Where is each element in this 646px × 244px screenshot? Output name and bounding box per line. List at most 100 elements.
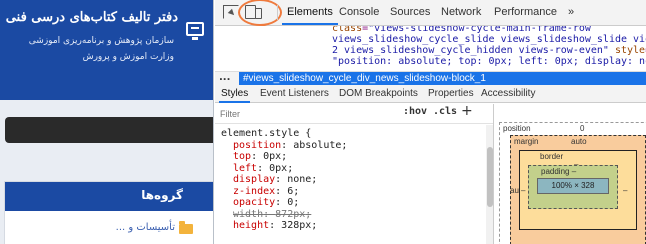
dom-tree-line[interactable]: 2 views_slideshow_cycle_hidden views-row… xyxy=(332,45,646,56)
site-subtitle-2: وزارت آموزش و پرورش xyxy=(82,52,174,62)
styles-scrollbar[interactable] xyxy=(486,125,493,244)
box-model-border: border – – padding – 100% × 328 – xyxy=(519,150,637,230)
box-model-position: position 0 margin auto auto border – – p… xyxy=(499,122,646,244)
tab-elements[interactable]: Elements xyxy=(282,6,338,25)
css-colon: : xyxy=(251,151,264,162)
dom-token: 2 views_slideshow_cycle_hidden views-row… xyxy=(332,45,609,56)
css-declaration[interactable]: opacity: 0; xyxy=(221,197,347,209)
css-property[interactable]: position xyxy=(233,140,281,151)
toolbar-divider xyxy=(277,5,278,20)
css-property[interactable]: left xyxy=(233,163,257,174)
position-label: position xyxy=(503,124,531,133)
css-colon: : xyxy=(275,185,288,197)
margin-label: margin xyxy=(514,137,539,146)
highlight-circle xyxy=(238,0,282,26)
dom-tree-line[interactable]: views_slideshow_cycle_slide views_slides… xyxy=(332,34,646,45)
css-value[interactable]: 0px xyxy=(263,151,281,162)
css-value[interactable]: absolute xyxy=(293,140,341,151)
tab-properties[interactable]: Properties xyxy=(428,88,474,99)
dom-token: views_slideshow_cycle_slide views_slides… xyxy=(332,34,646,45)
sidebar-tabbar: Styles Event Listeners DOM Breakpoints P… xyxy=(215,85,646,103)
padding-label: padding – xyxy=(541,167,577,176)
css-declaration[interactable]: width: 872px; xyxy=(221,209,347,221)
tab-performance[interactable]: Performance xyxy=(494,6,557,18)
border-left-value[interactable]: – xyxy=(521,186,525,195)
breadcrumb-selected-node[interactable]: #views_slideshow_cycle_div_news_slidesho… xyxy=(239,72,646,86)
css-colon: : xyxy=(269,220,282,231)
dom-token: "position: absolute; top: 0px; left: 0px… xyxy=(332,56,646,67)
css-property[interactable]: height xyxy=(233,220,269,231)
dom-token: "views-slideshow-cycle-main-frame-row xyxy=(368,26,591,34)
new-style-rule-button[interactable]: + xyxy=(461,104,473,119)
css-colon: : xyxy=(263,208,276,220)
styles-filter-row: :hov .cls + xyxy=(215,104,493,124)
inspect-element-icon[interactable] xyxy=(223,5,239,19)
css-semicolon: ; xyxy=(311,220,318,231)
dom-token: class xyxy=(332,26,363,34)
tab-accessibility[interactable]: Accessibility xyxy=(481,88,535,99)
dom-token: style xyxy=(608,45,646,56)
groups-panel-title: گروه‌ها xyxy=(141,188,183,202)
position-value[interactable]: 0 xyxy=(580,124,584,133)
css-property[interactable]: opacity xyxy=(233,197,275,208)
site-subtitle-1: سازمان پژوهش و برنامه‌ریزی آموزشی xyxy=(28,36,174,46)
css-declaration[interactable]: display: none; xyxy=(221,174,347,186)
tab-styles[interactable]: Styles xyxy=(218,88,251,103)
hover-state-button[interactable]: :hov xyxy=(403,106,427,117)
css-value[interactable]: 0px xyxy=(269,163,287,174)
css-semicolon: ; xyxy=(287,162,294,174)
rendered-page: دفتر تالیف کتاب‌های درسی فنی و حرفه‌ای س… xyxy=(0,0,214,244)
border-label: border xyxy=(540,152,564,161)
css-semicolon: ; xyxy=(293,185,300,197)
tab-dom-breakpoints[interactable]: DOM Breakpoints xyxy=(339,88,418,99)
css-property[interactable]: top xyxy=(233,151,251,162)
rule-selector[interactable]: element.style { xyxy=(221,128,347,140)
css-declaration[interactable]: left: 0px; xyxy=(221,163,347,175)
tab-sources[interactable]: Sources xyxy=(390,6,430,18)
dom-tree-line[interactable]: "position: absolute; top: 0px; left: 0px… xyxy=(332,56,646,67)
monitor-icon xyxy=(186,22,204,36)
css-semicolon: ; xyxy=(281,151,288,162)
devtools-panel: Elements Console Sources Network Perform… xyxy=(215,0,646,244)
css-declaration[interactable]: height: 328px; xyxy=(221,220,347,232)
declaration-list: position: absolute; top: 0px; left: 0px; di… xyxy=(221,140,347,232)
css-declaration[interactable]: top: 0px; xyxy=(221,151,347,163)
css-value[interactable]: 872px xyxy=(275,209,305,220)
devtools-tabbar: Elements Console Sources Network Perform… xyxy=(215,0,646,26)
css-declaration[interactable]: position: absolute; xyxy=(221,140,347,152)
breadcrumb-more[interactable]: ... xyxy=(219,72,230,83)
box-model-content[interactable]: 100% × 328 xyxy=(537,178,609,194)
tab-event-listeners[interactable]: Event Listeners xyxy=(260,88,329,99)
margin-value[interactable]: auto xyxy=(571,137,587,146)
border-right-value[interactable]: – xyxy=(623,186,627,195)
style-rule: element.style { position: absolute; top: … xyxy=(221,128,347,232)
css-property[interactable]: width xyxy=(233,209,263,220)
css-semicolon: ; xyxy=(341,139,348,151)
css-property[interactable]: display xyxy=(233,174,275,185)
css-value[interactable]: none xyxy=(287,174,311,185)
scrollbar-thumb[interactable] xyxy=(487,147,493,207)
site-navbar[interactable] xyxy=(5,117,213,143)
box-model-padding: padding – 100% × 328 xyxy=(528,165,618,209)
groups-panel: گروه‌ها تأسیسات و ... xyxy=(4,181,213,244)
tab-network[interactable]: Network xyxy=(441,6,481,18)
css-value[interactable]: 328px xyxy=(281,220,311,231)
css-declaration[interactable]: z-index: 6; xyxy=(221,186,347,198)
tab-console[interactable]: Console xyxy=(339,6,379,18)
more-tabs-button[interactable]: » xyxy=(568,6,574,18)
css-semicolon: ; xyxy=(305,208,312,220)
folder-icon xyxy=(179,221,193,234)
styles-pane: :hov .cls + element.style { position: ab… xyxy=(215,104,494,244)
css-semicolon: ; xyxy=(311,174,318,185)
breadcrumb: ... #views_slideshow_cycle_div_news_slid… xyxy=(215,71,646,86)
box-model-margin: margin auto auto border – – padding – 10… xyxy=(510,135,646,244)
styles-filter-input[interactable] xyxy=(220,108,400,120)
css-property[interactable]: z-index xyxy=(233,186,275,197)
groups-panel-link[interactable]: تأسیسات و ... xyxy=(116,222,175,233)
class-toggle-button[interactable]: .cls xyxy=(433,106,457,117)
site-header-banner: دفتر تالیف کتاب‌های درسی فنی و حرفه‌ای س… xyxy=(0,0,213,100)
css-semicolon: ; xyxy=(293,197,300,208)
monitor-stand xyxy=(192,37,198,40)
dom-tree-line[interactable]: class="views-slideshow-cycle-main-frame-… xyxy=(332,26,591,34)
css-colon: : xyxy=(257,162,270,174)
